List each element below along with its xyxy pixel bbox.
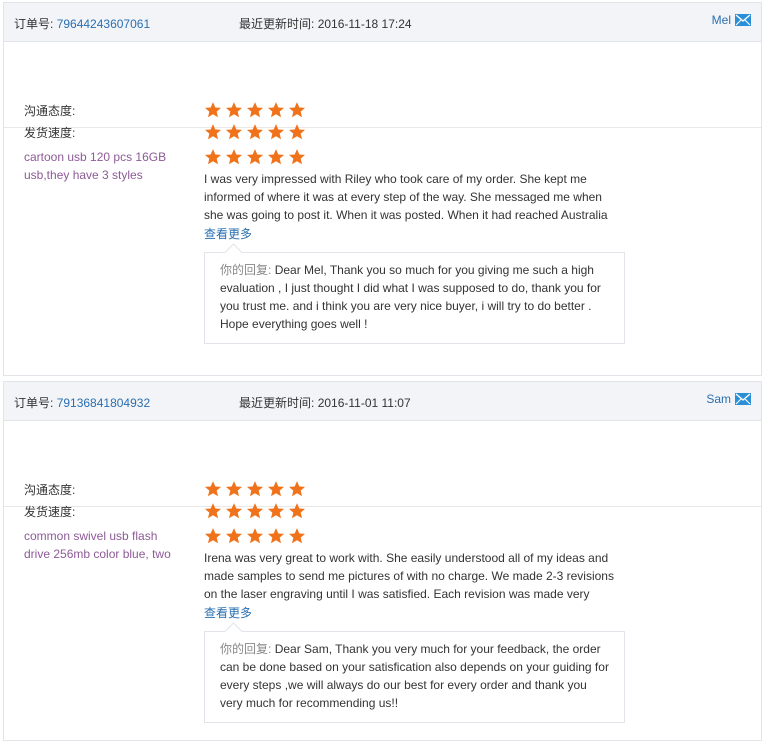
product-name[interactable]: common swivel usb flash drive 256mb colo… xyxy=(24,527,179,563)
seller-reply: 你的回复: Dear Sam, Thank you very much for … xyxy=(204,631,625,723)
review-text: I was very impressed with Riley who took… xyxy=(204,172,608,222)
star-icon xyxy=(225,503,243,519)
order-card: 订单号: 79136841804932 最近更新时间: 2016-11-01 1… xyxy=(3,381,762,741)
star-icon xyxy=(225,481,243,497)
order-card: 订单号: 79644243607061 最近更新时间: 2016-11-18 1… xyxy=(3,2,762,376)
star-icon xyxy=(225,124,243,140)
buyer-contact[interactable]: Sam xyxy=(706,392,751,406)
order-number: 订单号: 79644243607061 xyxy=(14,15,150,32)
star-icon xyxy=(246,102,264,118)
reply-prefix: 你的回复: xyxy=(220,263,272,277)
communication-label: 沟通态度: xyxy=(24,482,76,497)
star-icon xyxy=(267,528,285,544)
star-icon xyxy=(288,102,306,118)
product-name[interactable]: cartoon usb 120 pcs 16GB usb,they have 3… xyxy=(24,148,179,184)
star-icon xyxy=(267,481,285,497)
star-icon xyxy=(204,124,222,140)
order-number: 订单号: 79136841804932 xyxy=(14,394,150,411)
review-stars xyxy=(204,527,624,545)
star-icon xyxy=(288,503,306,519)
buyer-name[interactable]: Mel xyxy=(712,13,731,27)
communication-stars xyxy=(204,480,306,498)
view-more-link[interactable]: 查看更多 xyxy=(204,604,252,621)
order-number-label: 订单号: xyxy=(14,396,54,410)
reply-text: Dear Sam, Thank you very much for your f… xyxy=(220,642,609,710)
star-icon xyxy=(204,503,222,519)
communication-stars xyxy=(204,101,306,119)
star-icon xyxy=(225,102,243,118)
order-header: 订单号: 79136841804932 最近更新时间: 2016-11-01 1… xyxy=(4,382,761,421)
reply-prefix: 你的回复: xyxy=(220,642,272,656)
seller-ratings: 沟通态度: 发货速度: xyxy=(4,42,761,140)
view-more-link[interactable]: 查看更多 xyxy=(204,225,252,242)
buyer-contact[interactable]: Mel xyxy=(712,13,751,27)
communication-rating-row: 沟通态度: xyxy=(24,478,306,500)
shipping-rating-row: 发货速度: xyxy=(24,500,306,522)
envelope-icon[interactable] xyxy=(735,14,751,26)
star-icon xyxy=(267,503,285,519)
star-icon xyxy=(204,102,222,118)
star-icon xyxy=(246,503,264,519)
star-icon xyxy=(288,149,306,165)
review-text: Irena was very great to work with. She e… xyxy=(204,551,614,601)
star-icon xyxy=(288,528,306,544)
star-icon xyxy=(246,124,264,140)
star-icon xyxy=(204,149,222,165)
shipping-label: 发货速度: xyxy=(24,504,76,519)
review-body: Irena was very great to work with. She e… xyxy=(204,527,625,723)
review-body: I was very impressed with Riley who took… xyxy=(204,148,625,344)
star-icon xyxy=(267,124,285,140)
updated-label: 最近更新时间: xyxy=(239,396,315,410)
shipping-stars xyxy=(204,123,306,141)
shipping-stars xyxy=(204,502,306,520)
review-stars xyxy=(204,148,624,166)
star-icon xyxy=(267,102,285,118)
star-icon xyxy=(225,149,243,165)
updated-value: 2016-11-18 17:24 xyxy=(317,17,412,31)
communication-rating-row: 沟通态度: xyxy=(24,99,306,121)
updated-time: 最近更新时间: 2016-11-01 11:07 xyxy=(239,394,411,411)
shipping-label: 发货速度: xyxy=(24,125,76,140)
reply-text: Dear Mel, Thank you so much for you givi… xyxy=(220,263,601,331)
star-icon xyxy=(246,149,264,165)
envelope-icon[interactable] xyxy=(735,393,751,405)
order-number-link[interactable]: 79136841804932 xyxy=(57,396,150,410)
seller-reply: 你的回复: Dear Mel, Thank you so much for yo… xyxy=(204,252,625,344)
order-header: 订单号: 79644243607061 最近更新时间: 2016-11-18 1… xyxy=(4,3,761,42)
order-number-label: 订单号: xyxy=(14,17,54,31)
star-icon xyxy=(246,528,264,544)
star-icon xyxy=(288,124,306,140)
star-icon xyxy=(246,481,264,497)
seller-ratings: 沟通态度: 发货速度: xyxy=(4,421,761,519)
star-icon xyxy=(204,528,222,544)
star-icon xyxy=(204,481,222,497)
star-icon xyxy=(225,528,243,544)
buyer-name[interactable]: Sam xyxy=(706,392,731,406)
shipping-rating-row: 发货速度: xyxy=(24,121,306,143)
order-number-link[interactable]: 79644243607061 xyxy=(57,17,150,31)
updated-time: 最近更新时间: 2016-11-18 17:24 xyxy=(239,15,412,32)
updated-label: 最近更新时间: xyxy=(239,17,315,31)
star-icon xyxy=(267,149,285,165)
updated-value: 2016-11-01 11:07 xyxy=(317,396,411,410)
star-icon xyxy=(288,481,306,497)
communication-label: 沟通态度: xyxy=(24,103,76,118)
